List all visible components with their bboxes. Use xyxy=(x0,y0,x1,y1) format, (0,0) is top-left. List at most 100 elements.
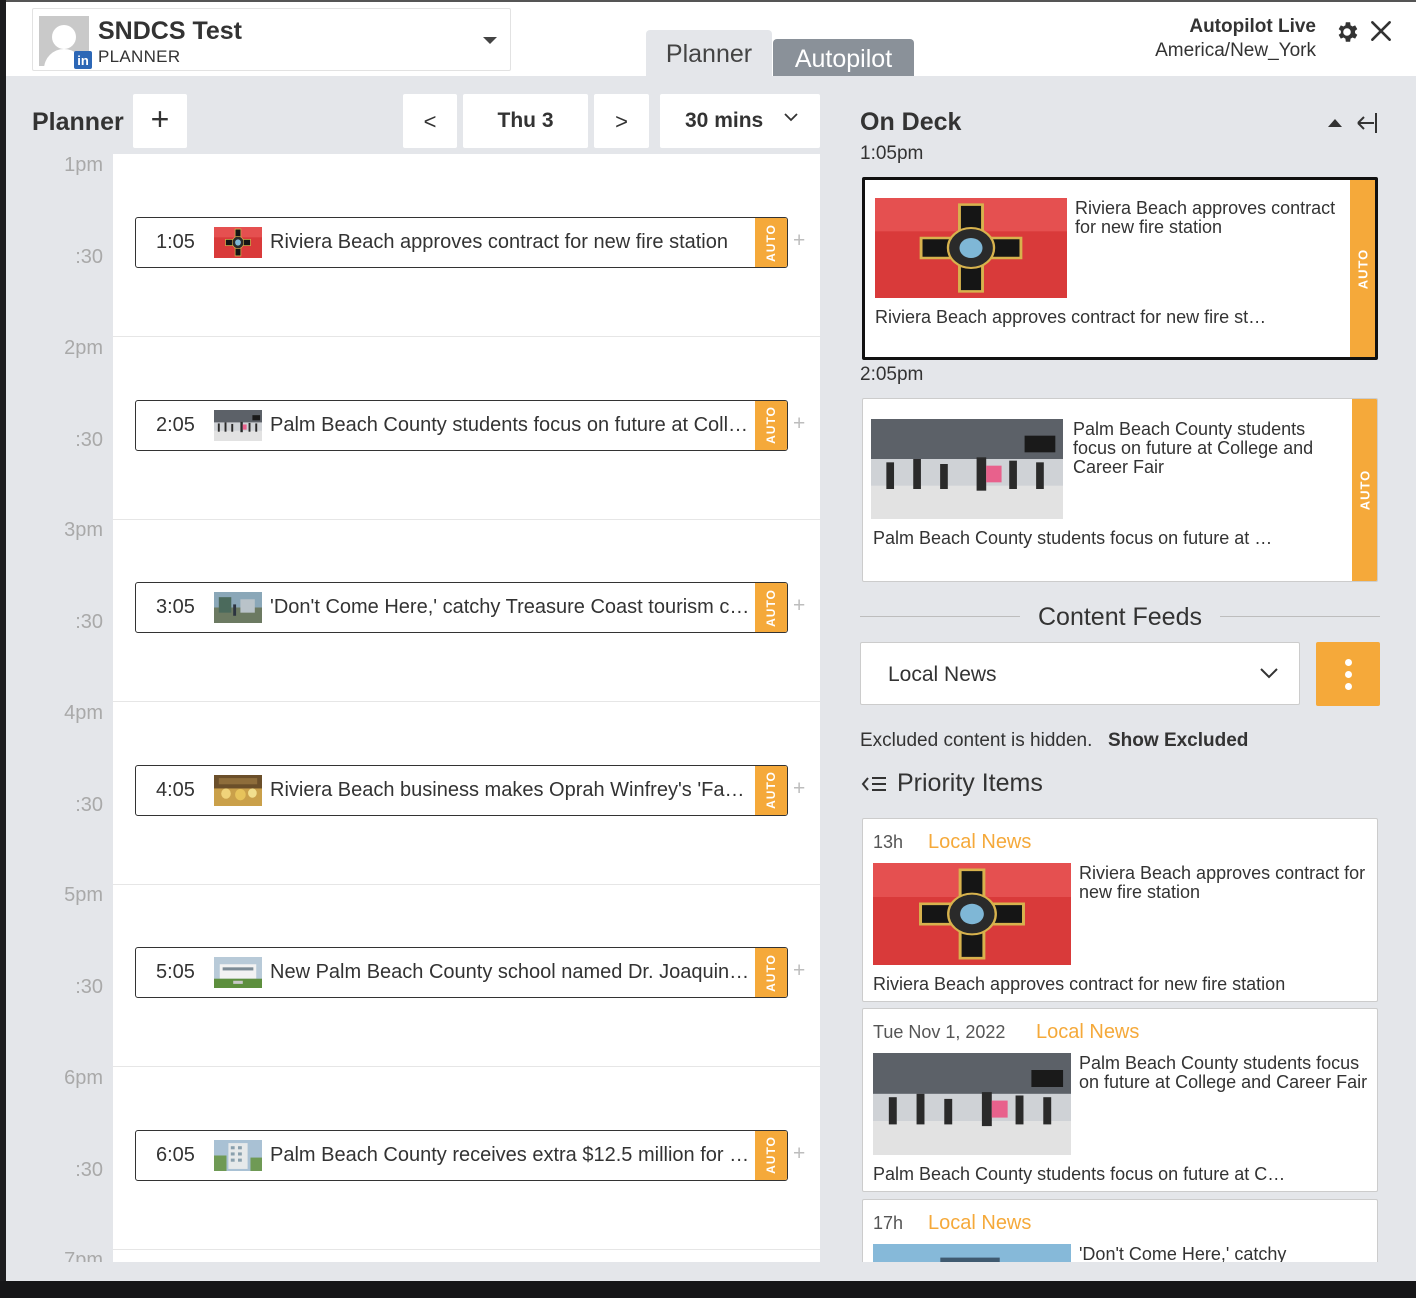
thumbnail-image xyxy=(875,198,1067,298)
post-title: Riviera Beach business makes Oprah Winfr… xyxy=(270,778,752,801)
auto-badge: AUTO xyxy=(755,1130,787,1180)
on-deck-title: Riviera Beach approves contract for new … xyxy=(1075,198,1336,237)
hour-label: 5pm xyxy=(64,884,103,906)
collapse-left-icon[interactable] xyxy=(1326,110,1378,136)
priority-list-icon xyxy=(861,777,886,791)
hour-divider xyxy=(113,1066,820,1067)
auto-badge: AUTO xyxy=(1350,180,1375,357)
chevron-down-icon xyxy=(784,113,798,122)
on-deck-time: 1:05pm xyxy=(860,143,924,164)
auto-badge-label: AUTO xyxy=(764,406,778,444)
post-title: Palm Beach County receives extra $12.5 m… xyxy=(270,1143,752,1166)
on-deck-description: Riviera Beach approves contract for new … xyxy=(875,307,1275,327)
caret-down-icon xyxy=(483,37,497,44)
timeline-canvas xyxy=(113,154,820,1262)
planned-post[interactable]: 6:05 Palm Beach County receives extra $12… xyxy=(135,1129,788,1181)
account-selector[interactable]: in SNDCS Test PLANNER xyxy=(32,8,511,71)
item-thumbnail xyxy=(873,1244,1071,1262)
tab-autopilot[interactable]: Autopilot xyxy=(773,39,914,76)
linkedin-icon: in xyxy=(74,51,92,69)
planned-post[interactable]: 3:05 'Don't Come Here,' catchy Treasure C… xyxy=(135,582,788,633)
item-title: 'Don't Come Here,' catchy xyxy=(1079,1244,1287,1263)
planner-timeline[interactable]: 1pm:30 2pm:30 3pm:30 4pm:30 5pm:30 6pm:30 7pm 1… xyxy=(6,154,820,1262)
post-thumbnail xyxy=(214,1139,262,1171)
on-deck-thumbnail xyxy=(871,419,1063,519)
prev-day-button[interactable]: < xyxy=(403,94,457,148)
auto-badge-label: AUTO xyxy=(764,1136,778,1174)
auto-badge-label: AUTO xyxy=(764,588,778,627)
auto-badge: AUTO xyxy=(755,948,787,997)
post-time: 6:05 xyxy=(156,1143,195,1166)
item-feed-link[interactable]: Local News xyxy=(928,1212,1031,1235)
thumbnail-image xyxy=(214,227,262,258)
auto-badge: AUTO xyxy=(755,218,787,267)
add-slot-button[interactable]: + xyxy=(133,94,187,148)
auto-badge-label: AUTO xyxy=(1355,248,1370,289)
feed-menu-button[interactable] xyxy=(1316,642,1380,706)
interval-selector[interactable]: 30 mins xyxy=(660,94,820,148)
auto-badge-label: AUTO xyxy=(764,223,778,262)
add-after-slot-button[interactable]: + xyxy=(793,1142,805,1166)
app-window: in SNDCS Test PLANNER Planner Autopilot … xyxy=(6,0,1416,1281)
add-after-slot-button[interactable]: + xyxy=(793,229,805,253)
gear-icon[interactable] xyxy=(1334,19,1360,45)
hour-label: 4pm xyxy=(64,701,103,724)
post-time: 1:05 xyxy=(156,231,195,253)
auto-badge: AUTO xyxy=(755,583,787,632)
post-time: 4:05 xyxy=(156,778,195,801)
hour-label: 7pm xyxy=(64,1249,103,1262)
half-hour-label: :30 xyxy=(75,611,103,634)
priority-item[interactable]: Tue Nov 1, 2022 Local News Palm Beach Coun… xyxy=(862,1008,1378,1192)
post-title: Riviera Beach approves contract for new … xyxy=(270,231,728,253)
hour-divider xyxy=(113,336,820,337)
on-deck-thumbnail xyxy=(875,198,1067,298)
planned-post[interactable]: 1:05 Riviera Beach approves contract for … xyxy=(135,217,788,268)
on-deck-card[interactable]: Palm Beach County students focus on futu… xyxy=(862,398,1378,582)
divider xyxy=(860,616,1020,617)
add-after-slot-button[interactable]: + xyxy=(793,959,805,983)
add-after-slot-button[interactable]: + xyxy=(793,412,805,436)
on-deck-card[interactable]: Riviera Beach approves contract for new … xyxy=(862,177,1378,360)
thumbnail-image xyxy=(871,419,1063,519)
thumbnail-image xyxy=(873,1053,1071,1155)
hour-label: 6pm xyxy=(64,1066,103,1089)
add-after-slot-button[interactable]: + xyxy=(793,777,805,801)
post-thumbnail xyxy=(214,957,262,988)
hour-divider xyxy=(113,518,820,520)
auto-badge-label: AUTO xyxy=(1357,469,1372,511)
planned-post[interactable]: 4:05 Riviera Beach business makes Oprah W… xyxy=(135,764,788,816)
on-deck-description: Palm Beach County students focus on futu… xyxy=(873,528,1273,548)
add-after-slot-button[interactable]: + xyxy=(793,594,805,618)
more-vertical-icon xyxy=(1345,659,1352,666)
auto-badge: AUTO xyxy=(755,400,787,450)
timezone-label: America/New_York xyxy=(1155,40,1316,61)
item-feed-link[interactable]: Local News xyxy=(928,831,1031,854)
post-time: 2:05 xyxy=(156,413,195,436)
excluded-note: Excluded content is hidden. xyxy=(860,730,1093,751)
item-title: Riviera Beach approves contract for new … xyxy=(1079,863,1366,902)
tab-planner[interactable]: Planner xyxy=(646,30,772,76)
hour-divider xyxy=(113,883,820,885)
autopilot-status: Autopilot Live xyxy=(1189,16,1316,37)
hour-label: 2pm xyxy=(64,336,103,359)
planned-post[interactable]: 5:05 New Palm Beach County school named D… xyxy=(135,947,788,998)
next-day-button[interactable]: > xyxy=(594,94,649,148)
planned-post[interactable]: 2:05 Palm Beach County students focus on … xyxy=(135,399,788,451)
item-feed-link[interactable]: Local News xyxy=(1036,1021,1139,1044)
priority-items-list[interactable]: 13h Local News Riviera Beach approves cont… xyxy=(862,818,1380,1262)
show-excluded-link[interactable]: Show Excluded xyxy=(1108,730,1248,752)
more-vertical-icon xyxy=(1345,683,1352,690)
post-thumbnail xyxy=(214,774,262,806)
priority-item[interactable]: 13h Local News Riviera Beach approves cont… xyxy=(862,818,1378,1002)
day-selector[interactable]: Thu 3 xyxy=(463,94,588,148)
feed-select[interactable]: Local News xyxy=(860,642,1300,705)
priority-item[interactable]: 17h Local News 'Don't Come Here,' catchy xyxy=(862,1199,1378,1262)
post-time: 3:05 xyxy=(156,596,195,618)
auto-badge: AUTO xyxy=(755,765,787,815)
planner-title: Planner xyxy=(32,108,124,136)
thumbnail-image xyxy=(214,1139,262,1171)
item-age: 13h xyxy=(873,832,904,852)
post-thumbnail xyxy=(214,592,262,623)
half-hour-label: :30 xyxy=(75,793,103,816)
close-icon[interactable] xyxy=(1368,18,1394,44)
